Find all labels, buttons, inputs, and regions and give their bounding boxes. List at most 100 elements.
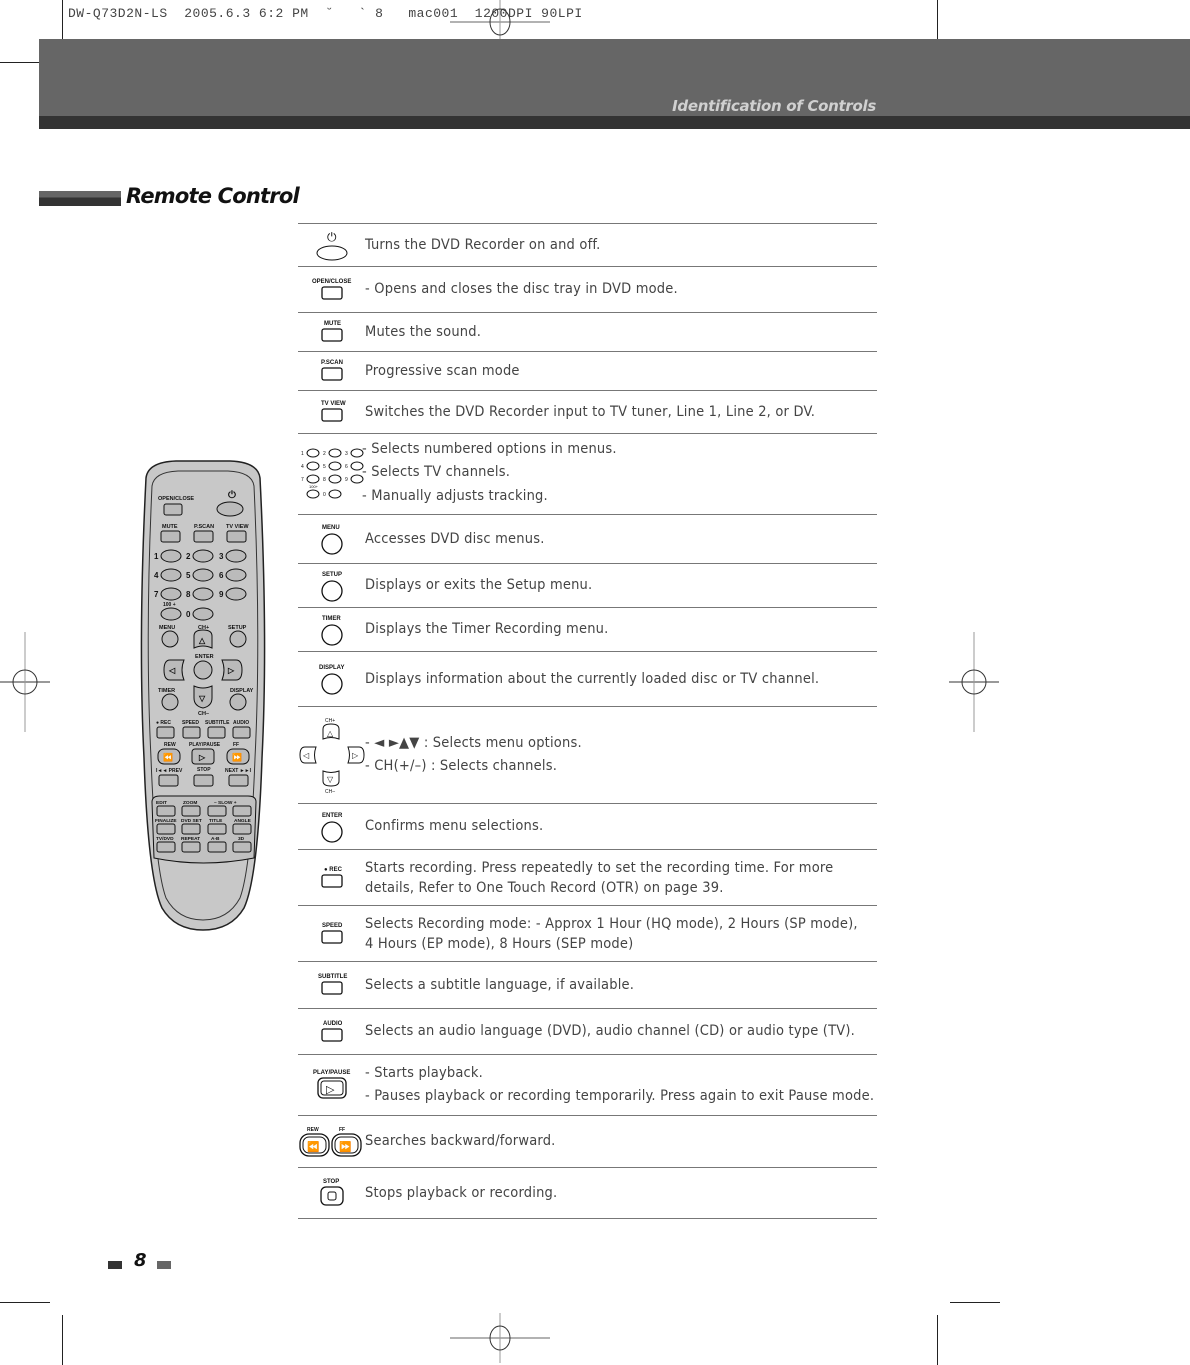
remote-100plus-button [160, 607, 182, 621]
remote-label-zoom: ZOOM [183, 800, 197, 806]
icon-label: SPEED [322, 923, 343, 929]
control-desc: Selects an audio language (DVD), audio c… [365, 1023, 856, 1039]
display-button-icon: DISPLAY [298, 661, 365, 697]
svg-text:⏩: ⏩ [232, 752, 242, 762]
remote-digit-label: 2 [186, 552, 191, 561]
remote-label-stop: STOP [197, 767, 211, 773]
control-row-subtitle: SUBTITLE Selects a subtitle language, if… [298, 961, 877, 1008]
svg-text:100+: 100+ [309, 484, 319, 489]
svg-text:▽: ▽ [327, 775, 334, 784]
control-desc: Displays or exits the Setup menu. [365, 577, 593, 593]
svg-text:4: 4 [301, 464, 304, 470]
icon-label: TIMER [322, 616, 341, 622]
remote-digit-button [192, 549, 214, 563]
svg-text:8: 8 [323, 477, 326, 483]
header-title: Identification of Controls [672, 97, 876, 115]
power-button-icon: ⏻ [298, 227, 365, 263]
remote-ab-button [207, 841, 227, 853]
remote-zoom-button [181, 805, 201, 817]
remote-label-setup: SETUP [228, 625, 247, 631]
remote-digit-button [160, 587, 182, 601]
control-desc: Starts recording. Press repeatedly to se… [365, 859, 834, 896]
control-row-navigation: CH+ △ ◁ ▷ ▽ CH– - ◄ ►▲▼ : Selects menu o… [298, 706, 877, 803]
timer-button-icon: TIMER [298, 612, 365, 648]
remote-digit-button [192, 607, 214, 621]
control-desc: - Selects TV channels. [362, 464, 511, 480]
page-number-marker-right [157, 1261, 171, 1269]
control-desc: Mutes the sound. [365, 323, 482, 340]
play-pause-button-icon: PLAY/PAUSE ▷ [298, 1066, 365, 1104]
remote-digit-button [225, 549, 247, 563]
remote-mute-button [160, 530, 181, 543]
section-title: Remote Control [126, 184, 300, 208]
control-row-setup: SETUP Displays or exits the Setup menu. [298, 563, 877, 607]
control-desc: - CH(+/–) : Selects channels. [365, 758, 558, 774]
control-desc: Displays the Timer Recording menu. [365, 621, 609, 637]
svg-text:⏪: ⏪ [163, 752, 173, 762]
icon-label: MUTE [324, 321, 341, 327]
remote-label-prev: I◄◄ PREV [156, 768, 183, 774]
registration-mark-right [949, 632, 999, 732]
icon-label: AUDIO [323, 1021, 343, 1027]
control-desc: - Starts playback. [365, 1065, 484, 1081]
remote-repeat-button [181, 841, 201, 853]
control-desc: - Pauses playback or recording temporari… [365, 1088, 875, 1104]
control-desc: Confirms menu selections. [365, 818, 544, 834]
remote-label-subtitle: SUBTITLE [205, 720, 230, 726]
page-number: 8 [134, 1250, 147, 1271]
remote-digit-button [192, 568, 214, 582]
svg-text:▷: ▷ [352, 751, 359, 760]
remote-label-edit: EDIT [156, 800, 167, 806]
remote-digit-label: 5 [186, 571, 191, 580]
control-desc: Selects a subtitle language, if availabl… [365, 976, 635, 993]
control-row-open-close: OPEN/CLOSE - Opens and closes the disc t… [298, 266, 877, 312]
registration-mark-bottom [450, 1313, 550, 1363]
enter-button-icon: ENTER [298, 809, 365, 845]
icon-label: SETUP [322, 572, 342, 578]
header-band [39, 39, 1190, 116]
controls-table: ⏻ Turns the DVD Recorder on and off. OPE… [298, 223, 877, 1219]
svg-text:△: △ [198, 636, 206, 645]
remote-power-button [216, 501, 244, 517]
remote-label-audio: AUDIO [233, 720, 249, 726]
remote-digit-button [225, 587, 247, 601]
control-row-speed: SPEED Selects Recording mode: - Approx 1… [298, 905, 877, 961]
remote-label-rew: REW [164, 742, 176, 748]
remote-pscan-button [193, 530, 214, 543]
control-desc: Switches the DVD Recorder input to TV tu… [365, 403, 816, 420]
svg-text:▽: ▽ [198, 694, 206, 703]
remote-finalize-button [156, 823, 176, 835]
remote-open-close-button [163, 503, 183, 516]
remote-label-mute: MUTE [162, 524, 178, 530]
svg-text:⏻: ⏻ [228, 489, 236, 501]
speed-button-icon: SPEED [298, 919, 365, 949]
icon-label: FF [339, 1127, 345, 1133]
remote-digit-label: 4 [154, 571, 159, 580]
remote-control-illustration: OPEN/CLOSE ⏻ MUTE P.SCAN TV VIEW 1 2 3 4… [140, 460, 266, 931]
remote-subtitle-button [207, 726, 226, 739]
control-row-timer: TIMER Displays the Timer Recording menu. [298, 607, 877, 651]
icon-label: TV VIEW [321, 401, 346, 407]
remote-angle-button [232, 823, 252, 835]
pscan-button-icon: P.SCAN [298, 356, 365, 386]
control-desc: Turns the DVD Recorder on and off. [365, 236, 601, 253]
icon-label: PLAY/PAUSE [313, 1070, 350, 1076]
remote-label-repeat: REPEAT [181, 836, 200, 842]
control-row-menu: MENU Accesses DVD disc menus. [298, 514, 877, 563]
remote-dvdset-button [181, 823, 201, 835]
remote-enter-button [193, 660, 213, 680]
svg-text:◁: ◁ [168, 666, 176, 675]
remote-display-button [229, 693, 247, 711]
svg-text:9: 9 [345, 477, 348, 483]
remote-prev-button [158, 774, 179, 787]
remote-label-enter: ENTER [195, 654, 214, 660]
icon-label: ● REC [324, 867, 343, 873]
control-row-mute: MUTE Mutes the sound. [298, 312, 877, 351]
icon-label: P.SCAN [321, 360, 343, 366]
remote-speed-button [182, 726, 201, 739]
svg-text:6: 6 [345, 464, 348, 470]
subtitle-button-icon: SUBTITLE [298, 970, 365, 1000]
remote-label-dvdset: DVD SET [181, 818, 202, 824]
remote-next-button [228, 774, 249, 787]
control-desc: - Selects numbered options in menus. [362, 441, 617, 457]
